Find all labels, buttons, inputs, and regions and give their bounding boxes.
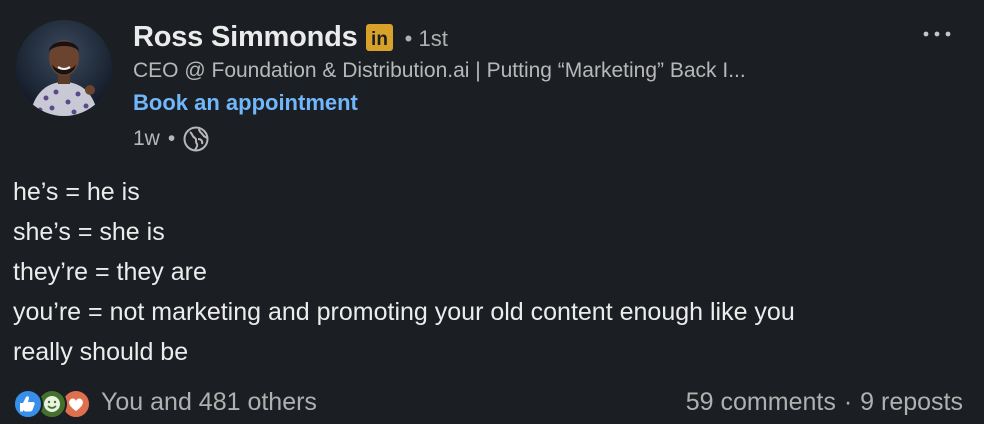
badge-text: in [371,29,388,50]
post-text-line: she’s = she is [13,218,165,246]
more-options-icon[interactable] [920,24,954,44]
post-text-line: you’re = not marketing and promoting you… [13,298,795,326]
author-avatar[interactable] [16,20,112,116]
reposts-count-link[interactable]: 9 reposts [860,388,963,417]
meta-separator: • [167,127,176,150]
reactions-count-text: You and 481 others [101,387,317,416]
post-body: he’s = he is she’s = she is they’re = th… [13,172,963,372]
stats-separator: · [843,387,853,416]
post-text-line: they’re = they are [13,258,207,286]
post-text-line: really should be [13,338,189,366]
author-headline: CEO @ Foundation & Distribution.ai | Put… [133,59,746,82]
like-icon [13,389,43,419]
connection-degree: • 1st [404,26,448,51]
comments-count-link[interactable]: 59 comments [686,388,836,417]
author-name-row: Ross Simmonds in • 1st [133,18,448,56]
degree-label: 1st [418,26,448,51]
post-stats: 59 comments · 9 reposts [686,386,963,418]
post-timestamp: 1w [133,127,160,150]
globe-icon [183,126,209,152]
engagement-bar: You and 481 others 59 comments · 9 repos… [13,383,963,421]
reaction-icons [13,386,93,419]
post-meta: 1w • [133,125,209,153]
feed-post: Ross Simmonds in • 1st CEO @ Foundation … [0,0,984,424]
linkedin-premium-icon: in [365,23,393,51]
book-appointment-link[interactable]: Book an appointment [133,90,358,116]
reactions-summary[interactable]: You and 481 others [13,386,317,419]
avatar-photo [16,20,112,116]
author-name[interactable]: Ross Simmonds [133,21,358,54]
post-text-line: he’s = he is [13,178,140,206]
